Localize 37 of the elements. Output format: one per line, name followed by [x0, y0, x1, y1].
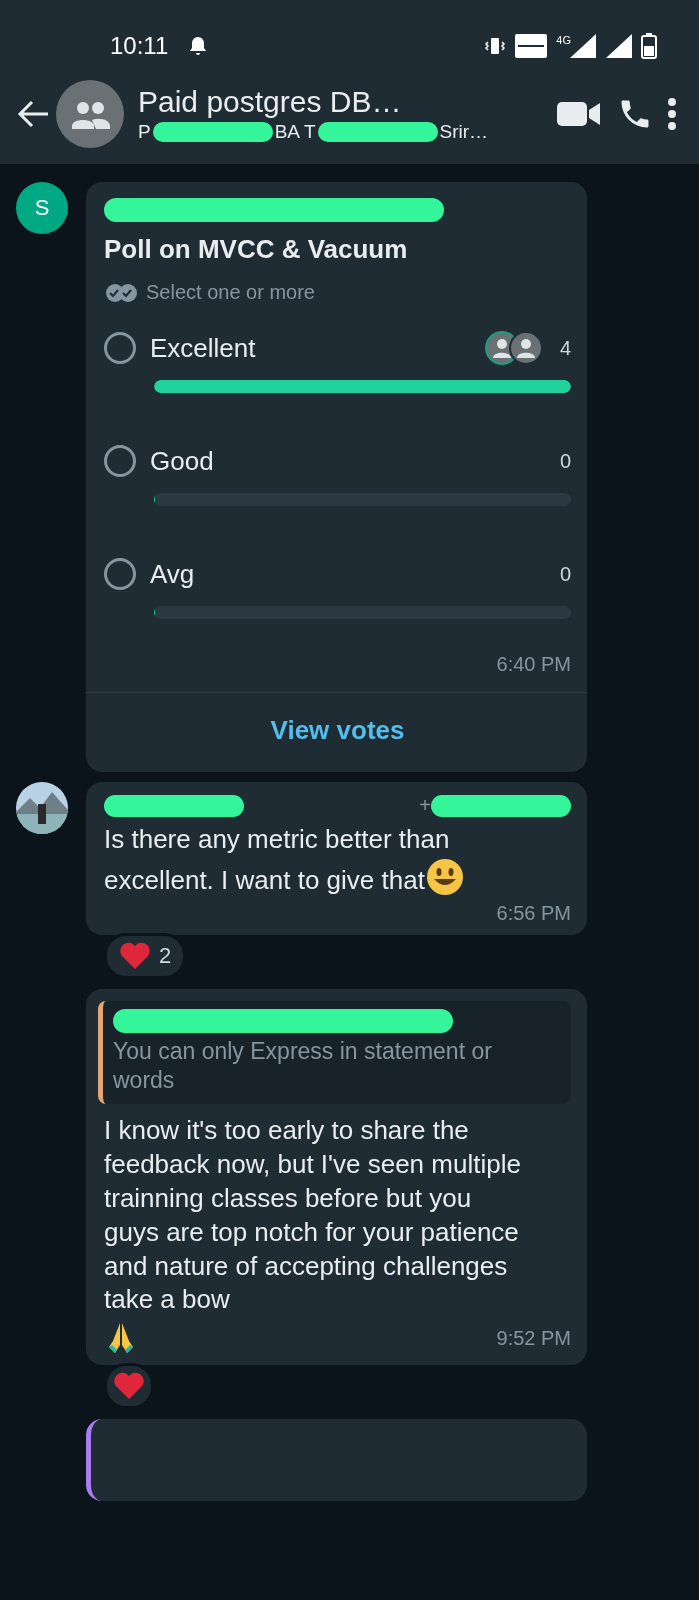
- poll-hint: Select one or more: [146, 281, 315, 304]
- vote-count: 0: [559, 449, 571, 473]
- double-check-icon: [104, 282, 140, 303]
- signal-icon: [569, 33, 597, 59]
- message-time: 9:52 PM: [496, 1326, 571, 1350]
- option-label: Good: [150, 445, 215, 477]
- message-text: I know it's too early to share the feedback now, but I've seen multiple trainning classes before but you guys are top notch for your patience and nature of accepting challenges take a bow: [104, 1114, 522, 1317]
- option-label: Avg: [150, 558, 196, 590]
- reaction-count: 2: [159, 942, 172, 969]
- group-avatar-icon[interactable]: [56, 80, 124, 148]
- message-text: Is there any metric better than excellent. I want to give that: [104, 823, 524, 898]
- heart-icon: [119, 941, 151, 970]
- quoted-message[interactable]: You can only Express in statement or words: [98, 1000, 571, 1105]
- option-label: Excellent: [150, 332, 257, 364]
- signal-icon: [605, 33, 633, 59]
- heart-icon: [113, 1372, 145, 1401]
- vote-count: 0: [559, 562, 571, 586]
- poll-question: Poll on MVCC & Vacuum: [104, 234, 409, 265]
- chat-title[interactable]: Paid postgres DB…: [138, 85, 541, 119]
- radio-button[interactable]: [104, 445, 136, 477]
- back-arrow-icon[interactable]: [16, 99, 50, 129]
- view-votes-button[interactable]: View votes: [104, 693, 571, 772]
- message-time: 6:56 PM: [496, 901, 571, 925]
- vote-count: 4: [559, 336, 571, 360]
- radio-button[interactable]: [104, 332, 136, 364]
- message-time: 6:40 PM: [496, 653, 571, 676]
- vibrate-icon: [484, 35, 507, 57]
- more-options-icon[interactable]: [667, 97, 677, 131]
- battery-icon: [641, 33, 657, 59]
- radio-button[interactable]: [104, 558, 136, 590]
- quoted-text: You can only Express in statement or words: [113, 1036, 493, 1096]
- status-time: 10:11: [110, 32, 169, 60]
- sender-phone: +: [419, 794, 431, 817]
- chat-subtitle: BA T: [274, 121, 316, 143]
- chat-subtitle: P: [138, 121, 151, 143]
- network-label: 4G: [556, 34, 571, 46]
- chat-subtitle: Srir…: [439, 121, 489, 143]
